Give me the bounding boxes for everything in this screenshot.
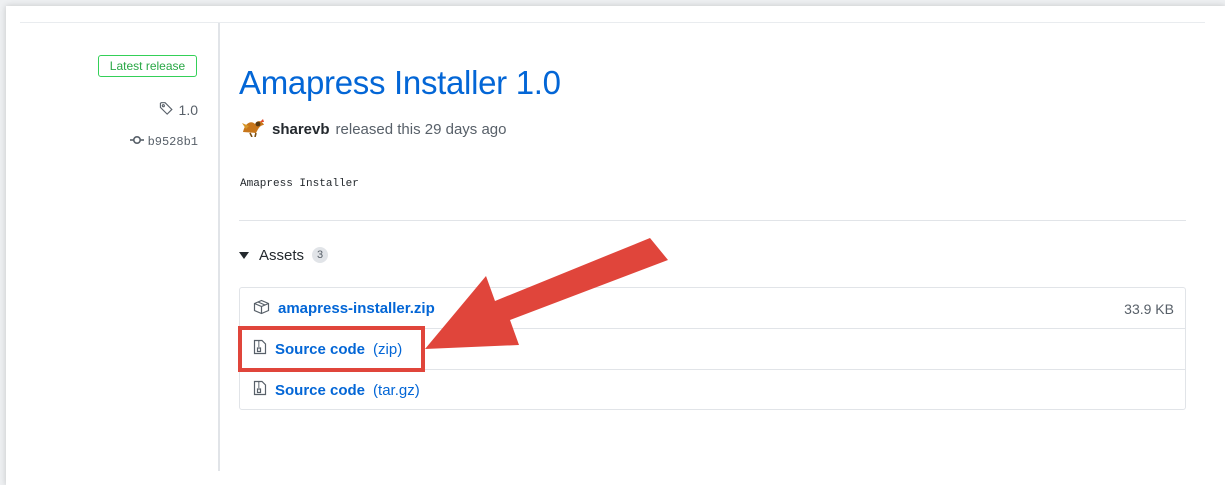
tag-label: 1.0 <box>178 102 198 118</box>
asset-link-installer-zip[interactable]: amapress-installer.zip <box>253 299 435 319</box>
assets-count-badge: 3 <box>312 247 329 263</box>
release-title[interactable]: Amapress Installer 1.0 <box>239 64 561 102</box>
asset-row-installer-zip: amapress-installer.zip 33.9 KB <box>240 288 1185 329</box>
asset-name: amapress-installer.zip <box>278 300 435 317</box>
commit-link[interactable]: b9528b1 <box>129 134 198 150</box>
release-card <box>6 6 1225 485</box>
assets-label: Assets <box>259 246 305 264</box>
latest-release-badge: Latest release <box>98 55 197 77</box>
release-notes: Amapress Installer <box>240 178 359 190</box>
asset-row-source-zip: Source code (zip) <box>240 328 1185 369</box>
asset-name: Source code <box>275 381 366 399</box>
author-link[interactable]: sharevb <box>272 121 330 138</box>
asset-format: (tar.gz) <box>373 381 420 399</box>
git-commit-icon <box>129 135 144 149</box>
assets-toggle[interactable]: Assets 3 <box>239 244 329 266</box>
file-zip-icon <box>253 380 267 400</box>
top-divider <box>20 22 1205 23</box>
commit-sha: b9528b1 <box>147 135 198 149</box>
triangle-down-icon <box>239 251 249 259</box>
asset-format: (zip) <box>373 340 403 358</box>
asset-name: Source code <box>275 340 366 358</box>
package-icon <box>253 299 270 319</box>
file-zip-icon <box>253 339 267 359</box>
tag-link[interactable]: 1.0 <box>159 100 198 120</box>
tag-icon <box>159 101 174 119</box>
asset-link-source-targz[interactable]: Source code (tar.gz) <box>253 380 420 400</box>
avatar[interactable] <box>240 117 266 141</box>
release-meta: sharevb released this 29 days ago <box>240 118 507 140</box>
assets-list: amapress-installer.zip 33.9 KB Source co… <box>239 287 1186 410</box>
asset-row-source-targz: Source code (tar.gz) <box>240 369 1185 410</box>
release-time-text: released this 29 days ago <box>335 120 507 138</box>
asset-link-source-zip[interactable]: Source code (zip) <box>253 339 402 359</box>
body-divider <box>239 220 1186 221</box>
sidebar-divider <box>218 23 220 471</box>
asset-size: 33.9 KB <box>1124 300 1174 317</box>
